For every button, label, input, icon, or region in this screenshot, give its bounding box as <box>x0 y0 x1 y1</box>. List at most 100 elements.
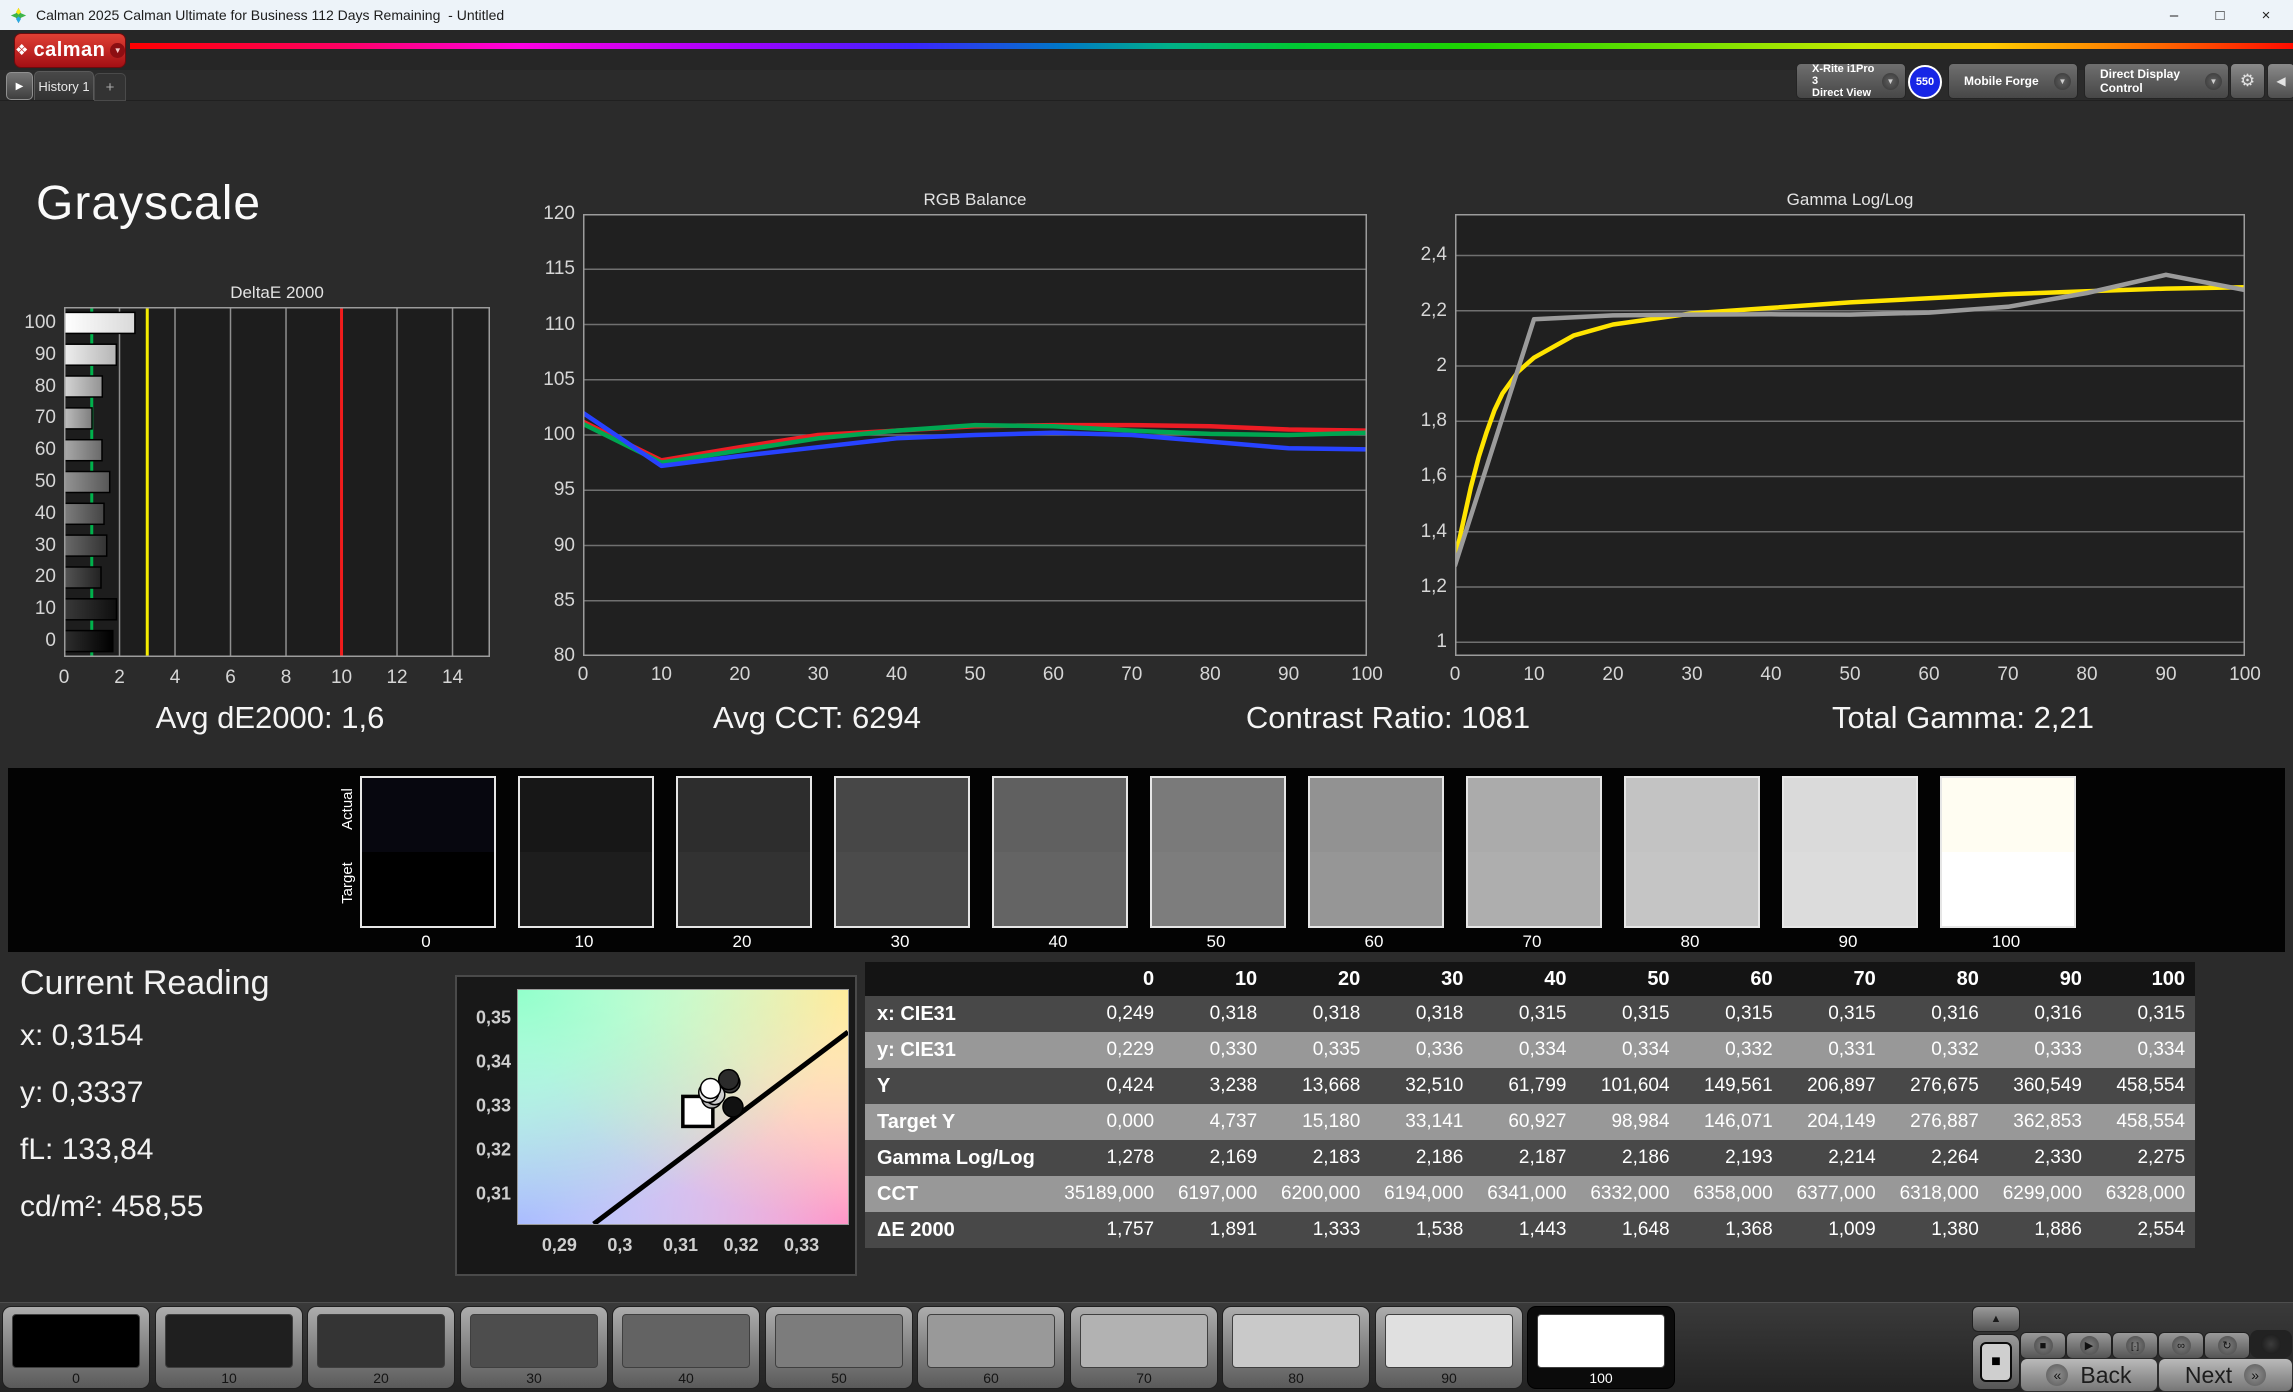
pattern-patch-label: 0 <box>72 1370 80 1386</box>
pattern-patch-label: 90 <box>1441 1370 1457 1386</box>
next-button[interactable]: Next » <box>2158 1358 2293 1392</box>
table-cell: 0,249 <box>1106 1003 1155 1024</box>
axis-tick-label: 10 <box>650 664 672 685</box>
table-header-cell: 10 <box>1234 968 1258 990</box>
axis-tick-label: 80 <box>2076 664 2098 685</box>
pattern-patch-button-10[interactable]: 10 <box>155 1306 303 1389</box>
spectrum-bar <box>130 43 2293 49</box>
swatch-actual-half <box>520 778 652 852</box>
back-button[interactable]: « Back <box>2020 1358 2158 1392</box>
chart-title: DeltaE 2000 <box>230 283 324 302</box>
table-cell: 0,424 <box>1106 1075 1155 1096</box>
table-cell: 6299,000 <box>2002 1183 2082 1204</box>
table-row: Gamma Log/Log 1,278 2,169 2,183 2,186 2,187 2,… <box>865 1140 2195 1176</box>
pattern-patch-button-30[interactable]: 30 <box>460 1306 608 1389</box>
pattern-swatch <box>927 1314 1055 1368</box>
table-cell: 2,330 <box>2034 1147 2082 1168</box>
axis-tick-label: 10 <box>34 598 56 620</box>
chart-title: Gamma Log/Log <box>1786 190 1914 209</box>
grayscale-swatch <box>1624 776 1760 928</box>
swatch-target-half <box>1942 852 2074 926</box>
axis-tick-label: 80 <box>553 645 575 666</box>
window-controls: – □ × <box>2151 0 2289 30</box>
pattern-swatch <box>1385 1314 1513 1368</box>
loop-button[interactable]: ∞ <box>2158 1332 2204 1359</box>
axis-tick-label: 95 <box>553 479 575 501</box>
pattern-bar: 0 10 20 30 40 50 60 70 80 90 100 <box>0 1302 2293 1392</box>
table-header-cell: 70 <box>1853 968 1876 990</box>
pattern-patch-button-70[interactable]: 70 <box>1070 1306 1218 1389</box>
table-row-label: y: CIE31 <box>877 1039 956 1061</box>
pattern-source-dropdown[interactable]: Mobile Forge ▼ <box>1948 63 2078 99</box>
swatch-level-label: 10 <box>574 932 594 951</box>
table-cell: 0,316 <box>2034 1003 2082 1024</box>
maximize-button[interactable]: □ <box>2197 0 2243 30</box>
pattern-patch-button-40[interactable]: 40 <box>612 1306 760 1389</box>
display-control-dropdown[interactable]: Direct Display Control ▼ <box>2084 63 2229 99</box>
axis-tick-label: 120 <box>543 203 575 224</box>
settings-button[interactable]: ⚙ <box>2230 63 2265 99</box>
table-cell: 0,318 <box>1312 1003 1361 1024</box>
axis-tick-label: 20 <box>1602 664 1624 685</box>
refresh-button[interactable]: ↻ <box>2204 1332 2250 1359</box>
pattern-patch-button-0[interactable]: 0 <box>2 1306 150 1389</box>
pattern-swatch <box>775 1314 903 1368</box>
calman-menu-button[interactable]: ❖ calman ▼ <box>14 33 126 68</box>
table-header-row: 0 10 20 30 40 50 60 70 80 90 100 <box>865 962 2195 996</box>
record-indicator <box>2250 1330 2292 1358</box>
pattern-patch-button-50[interactable]: 50 <box>765 1306 913 1389</box>
axis-tick-label: 2,2 <box>1420 299 1447 321</box>
axis-tick-label: 70 <box>34 407 56 429</box>
avg-de2000-stat: Avg dE2000: 1,6 <box>155 700 385 735</box>
tab-history-1[interactable]: History 1 <box>34 71 94 100</box>
table-cell: 35189,000 <box>1064 1183 1155 1204</box>
axis-tick-label: 100 <box>543 424 575 445</box>
deltae-plot <box>63 307 490 657</box>
target-row-label: Target <box>339 862 356 904</box>
axis-tick-label: 80 <box>34 375 56 397</box>
pattern-patch-label: 40 <box>678 1370 694 1386</box>
table-cell: 0,334 <box>1518 1039 1567 1060</box>
table-header-cell: 0 <box>1142 968 1155 990</box>
table-cell: 2,187 <box>1518 1147 1567 1168</box>
meter-source-dropdown[interactable]: X-Rite i1Pro 3 Direct View ▼ <box>1796 63 1906 99</box>
swatch-target-half <box>836 852 968 926</box>
cie-chart: 0,29 0,3 0,31 0,32 0,33 0,31 0,32 0,33 0,34 0,35 <box>455 975 857 1276</box>
minimize-button[interactable]: – <box>2151 0 2197 30</box>
axis-tick-label: 2 <box>114 667 125 688</box>
swatch-target-half <box>362 852 494 926</box>
status-stripe <box>1801 68 1806 94</box>
close-button[interactable]: × <box>2243 0 2289 30</box>
table-row-label: Gamma Log/Log <box>877 1147 1035 1169</box>
axis-tick-label: 70 <box>1997 664 2019 685</box>
table-cell: 0,318 <box>1209 1003 1258 1024</box>
table-cell: 3,238 <box>1209 1075 1258 1096</box>
stop-button[interactable]: ■ <box>2020 1332 2066 1359</box>
play-button[interactable]: ▶ <box>2066 1332 2112 1359</box>
table-cell: 61,799 <box>1508 1075 1567 1096</box>
axis-tick-label: 80 <box>1199 664 1221 685</box>
calman-diamond-icon: ❖ <box>15 42 29 59</box>
axis-tick-label: 0,31 <box>475 1183 511 1204</box>
step-button[interactable]: [·] <box>2112 1332 2158 1359</box>
expand-up-button[interactable]: ▲ <box>1972 1306 2020 1332</box>
add-tab-button[interactable]: + <box>94 73 126 101</box>
exposure-badge[interactable]: 550 <box>1908 65 1942 99</box>
grayscale-swatch <box>834 776 970 928</box>
pattern-patch-button-80[interactable]: 80 <box>1222 1306 1370 1389</box>
pattern-patch-button-90[interactable]: 90 <box>1375 1306 1523 1389</box>
pattern-patch-button-60[interactable]: 60 <box>917 1306 1065 1389</box>
table-cell: 2,554 <box>2137 1219 2186 1240</box>
collapse-panel-button[interactable]: ◀ <box>2267 63 2293 99</box>
table-cell: 1,333 <box>1312 1219 1361 1240</box>
table-cell: 6200,000 <box>1281 1183 1361 1204</box>
table-cell: 276,887 <box>1910 1111 1979 1132</box>
axis-tick-label: 40 <box>34 502 56 524</box>
pattern-patch-button-100[interactable]: 100 <box>1527 1306 1675 1389</box>
pattern-patch-button-20[interactable]: 20 <box>307 1306 455 1389</box>
table-row: ΔE 2000 1,757 1,891 1,333 1,538 1,443 1,648 1,3… <box>865 1212 2195 1248</box>
panel-toggle-button[interactable]: ▶ <box>6 72 33 100</box>
window-pattern-button[interactable]: ■ <box>1972 1334 2020 1390</box>
chevron-down-icon: ▼ <box>2205 72 2222 90</box>
swatch-target-half <box>1468 852 1600 926</box>
